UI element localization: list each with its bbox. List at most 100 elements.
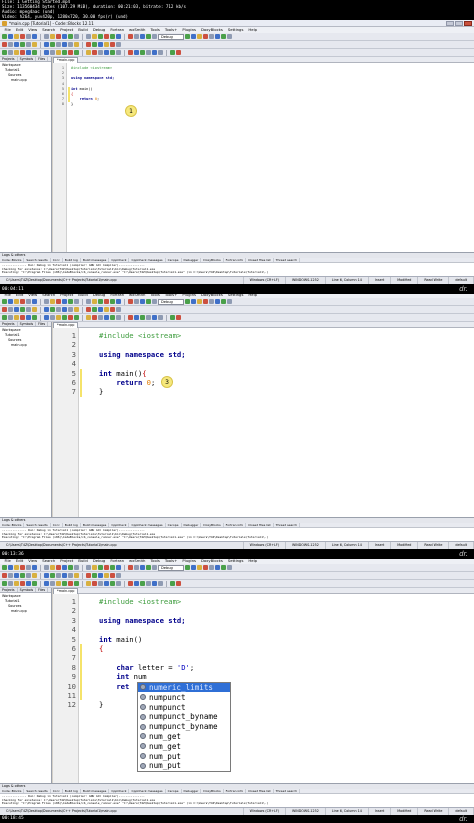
toolbar-button-icon[interactable] xyxy=(68,315,73,320)
toolbar-button-icon[interactable] xyxy=(128,50,133,55)
log-tab[interactable]: Debugger xyxy=(182,789,202,793)
toolbar-button-icon[interactable] xyxy=(56,34,61,39)
toolbar-button-icon[interactable] xyxy=(20,573,25,578)
toolbar-button-icon[interactable] xyxy=(14,42,19,47)
log-tab[interactable]: Build messages xyxy=(81,523,110,527)
toolbar-button-icon[interactable] xyxy=(44,315,49,320)
toolbar-button-icon[interactable] xyxy=(26,42,31,47)
toolbar-button-icon[interactable] xyxy=(2,315,7,320)
toolbar-button-icon[interactable] xyxy=(26,581,31,586)
autocomplete-item[interactable]: num_put xyxy=(138,761,230,771)
toolbar-button-icon[interactable] xyxy=(26,299,31,304)
toolbar-button-icon[interactable] xyxy=(110,315,115,320)
toolbar-button-icon[interactable] xyxy=(203,34,208,39)
toolbar-button-icon[interactable] xyxy=(92,315,97,320)
toolbar-button-icon[interactable] xyxy=(86,42,91,47)
toolbar-button-icon[interactable] xyxy=(44,42,49,47)
toolbar-button-icon[interactable] xyxy=(14,581,19,586)
toolbar-button-icon[interactable] xyxy=(20,50,25,55)
toolbar-button-icon[interactable] xyxy=(20,565,25,570)
toolbar-button-icon[interactable] xyxy=(44,34,49,39)
toolbar-button-icon[interactable] xyxy=(86,299,91,304)
toolbar-button-icon[interactable] xyxy=(50,315,55,320)
toolbar-button-icon[interactable] xyxy=(98,581,103,586)
toolbar-button-icon[interactable] xyxy=(8,573,13,578)
log-tab[interactable]: Cccc xyxy=(51,789,63,793)
toolbar-button-icon[interactable] xyxy=(50,34,55,39)
toolbar-button-icon[interactable] xyxy=(26,50,31,55)
autocomplete-item[interactable]: num_get xyxy=(138,732,230,742)
autocomplete-item[interactable]: numpunct xyxy=(138,702,230,712)
toolbar-button-icon[interactable] xyxy=(227,299,232,304)
toolbar-button-icon[interactable] xyxy=(62,50,67,55)
toolbar-button-icon[interactable] xyxy=(110,565,115,570)
toolbar-button-icon[interactable] xyxy=(215,565,220,570)
toolbar-button-icon[interactable] xyxy=(44,581,49,586)
toolbar-button-icon[interactable] xyxy=(74,581,79,586)
log-tab[interactable]: CppCheck xyxy=(109,789,130,793)
toolbar-button-icon[interactable] xyxy=(26,573,31,578)
toolbar-button-icon[interactable] xyxy=(20,34,25,39)
build-target-select[interactable]: Debug xyxy=(158,564,184,571)
toolbar-button-icon[interactable] xyxy=(56,573,61,578)
toolbar-button-icon[interactable] xyxy=(116,581,121,586)
toolbar-button-icon[interactable] xyxy=(2,581,7,586)
toolbar-button-icon[interactable] xyxy=(110,34,115,39)
log-tab[interactable]: CppCheck xyxy=(109,523,130,527)
toolbar-button-icon[interactable] xyxy=(110,299,115,304)
toolbar-button-icon[interactable] xyxy=(8,34,13,39)
toolbar-button-icon[interactable] xyxy=(62,307,67,312)
toolbar-button-icon[interactable] xyxy=(14,565,19,570)
toolbar-button-icon[interactable] xyxy=(221,299,226,304)
log-tab[interactable]: CppCheck messages xyxy=(129,523,166,527)
toolbar-button-icon[interactable] xyxy=(176,315,181,320)
toolbar-button-icon[interactable] xyxy=(134,581,139,586)
toolbar-button-icon[interactable] xyxy=(185,565,190,570)
toolbar-button-icon[interactable] xyxy=(134,315,139,320)
toolbar-button-icon[interactable] xyxy=(116,42,121,47)
toolbar-button-icon[interactable] xyxy=(104,565,109,570)
toolbar-button-icon[interactable] xyxy=(50,50,55,55)
toolbar-button-icon[interactable] xyxy=(158,581,163,586)
autocomplete-item[interactable]: numpunct_byname xyxy=(138,712,230,722)
toolbar-button-icon[interactable] xyxy=(62,34,67,39)
toolbar-button-icon[interactable] xyxy=(86,581,91,586)
toolbar-button-icon[interactable] xyxy=(68,307,73,312)
build-target-select[interactable]: Debug xyxy=(158,33,184,40)
toolbar-button-icon[interactable] xyxy=(50,581,55,586)
toolbar-button-icon[interactable] xyxy=(227,34,232,39)
toolbar-button-icon[interactable] xyxy=(170,581,175,586)
log-tab[interactable]: Thread search xyxy=(274,789,301,793)
management-tab[interactable]: Projects xyxy=(0,57,18,61)
toolbar-button-icon[interactable] xyxy=(152,581,157,586)
toolbar-button-icon[interactable] xyxy=(50,42,55,47)
toolbar-button-icon[interactable] xyxy=(44,50,49,55)
toolbar-button-icon[interactable] xyxy=(152,50,157,55)
toolbar-button-icon[interactable] xyxy=(32,50,37,55)
toolbar-button-icon[interactable] xyxy=(8,42,13,47)
toolbar-button-icon[interactable] xyxy=(140,50,145,55)
toolbar-button-icon[interactable] xyxy=(20,315,25,320)
toolbar-button-icon[interactable] xyxy=(32,573,37,578)
toolbar-button-icon[interactable] xyxy=(26,315,31,320)
log-tab[interactable]: Build messages xyxy=(81,258,110,262)
toolbar-button-icon[interactable] xyxy=(116,315,121,320)
toolbar-button-icon[interactable] xyxy=(74,299,79,304)
management-tab[interactable]: Projects xyxy=(0,322,18,326)
toolbar-button-icon[interactable] xyxy=(203,565,208,570)
toolbar-button-icon[interactable] xyxy=(2,565,7,570)
autocomplete-item[interactable]: num_get xyxy=(138,741,230,751)
toolbar-button-icon[interactable] xyxy=(98,315,103,320)
management-tab[interactable]: Files xyxy=(36,588,49,592)
toolbar-button-icon[interactable] xyxy=(104,581,109,586)
log-tab[interactable]: Code::Blocks xyxy=(0,523,25,527)
log-tab[interactable]: Cccc xyxy=(51,258,63,262)
log-tab[interactable]: Fortran info xyxy=(224,258,247,262)
toolbar-button-icon[interactable] xyxy=(92,307,97,312)
toolbar-button-icon[interactable] xyxy=(116,307,121,312)
toolbar-button-icon[interactable] xyxy=(170,315,175,320)
toolbar-button-icon[interactable] xyxy=(104,299,109,304)
toolbar-button-icon[interactable] xyxy=(74,307,79,312)
toolbar-button-icon[interactable] xyxy=(32,307,37,312)
log-tab[interactable]: Closed files list xyxy=(246,523,274,527)
